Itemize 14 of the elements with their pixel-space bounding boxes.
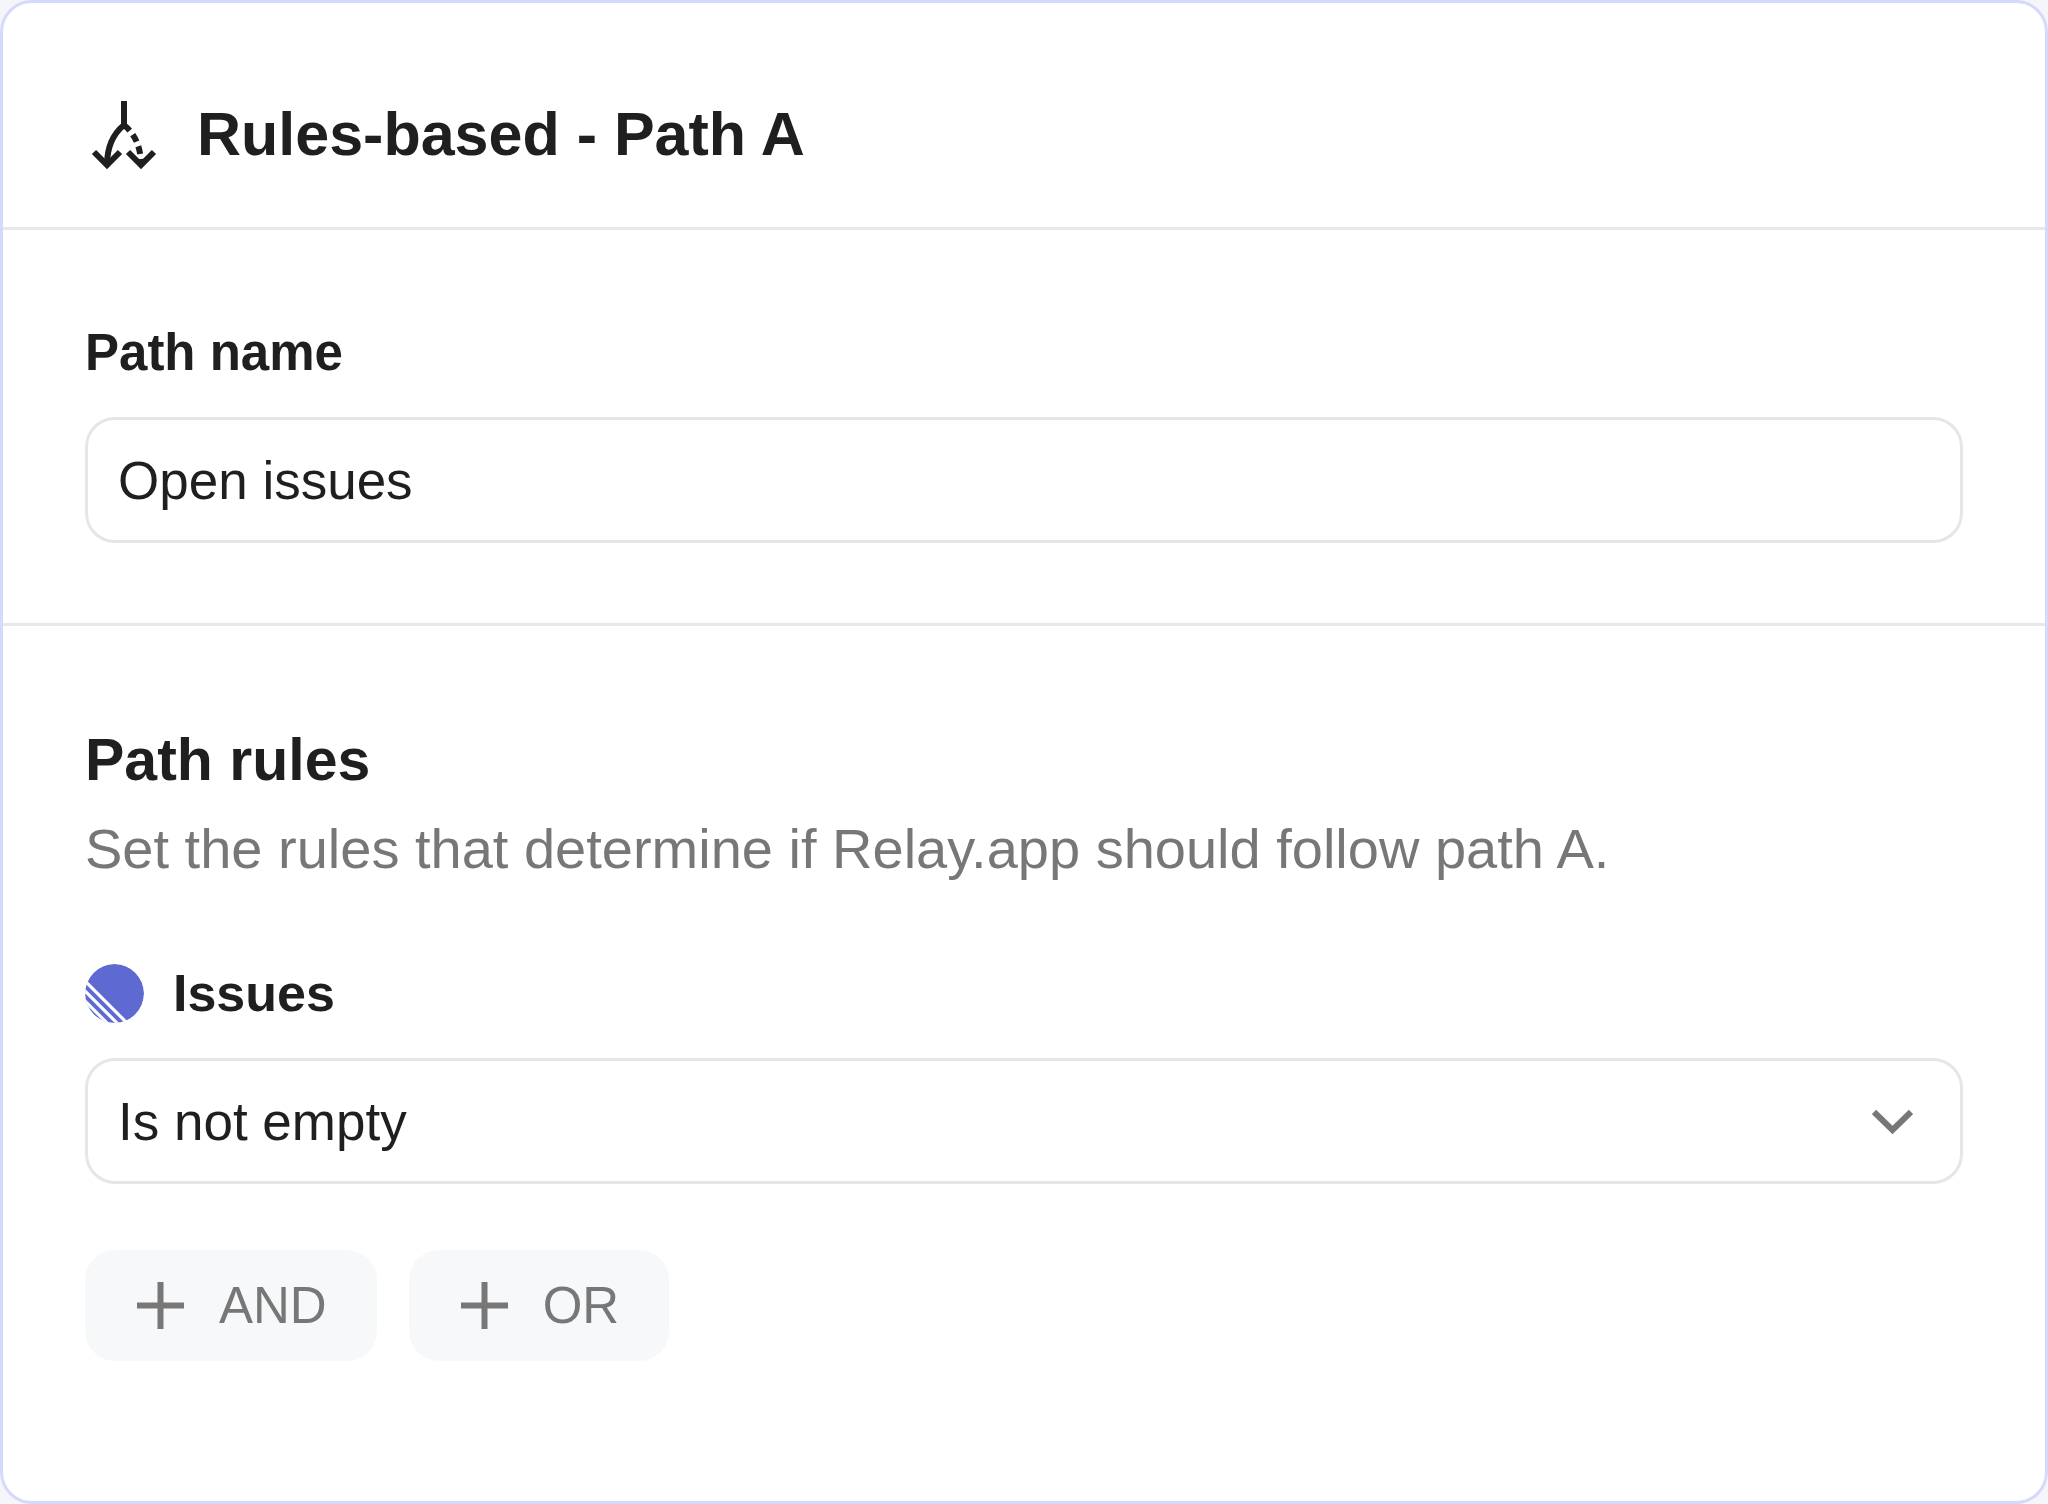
striped-circle-icon <box>85 963 144 1023</box>
condition-dropdown[interactable]: Is not empty <box>85 1058 1963 1184</box>
path-name-input[interactable]: Open issues <box>85 417 1963 543</box>
chevron-down-icon <box>1872 1107 1913 1135</box>
rule-field-name: Issues <box>173 963 335 1024</box>
panel-title: Rules-based - Path A <box>197 98 805 170</box>
plus-icon <box>137 1282 184 1329</box>
section-title: Path rules <box>85 726 371 795</box>
section-description: Set the rules that determine if Relay.app should follow path A. <box>85 816 1610 882</box>
add-condition-button[interactable]: OR <box>408 1250 670 1361</box>
plus-icon <box>460 1282 508 1329</box>
split-arrows-icon <box>91 99 157 170</box>
field-label: Path name <box>85 323 343 383</box>
add-condition-button[interactable]: AND <box>85 1250 377 1361</box>
